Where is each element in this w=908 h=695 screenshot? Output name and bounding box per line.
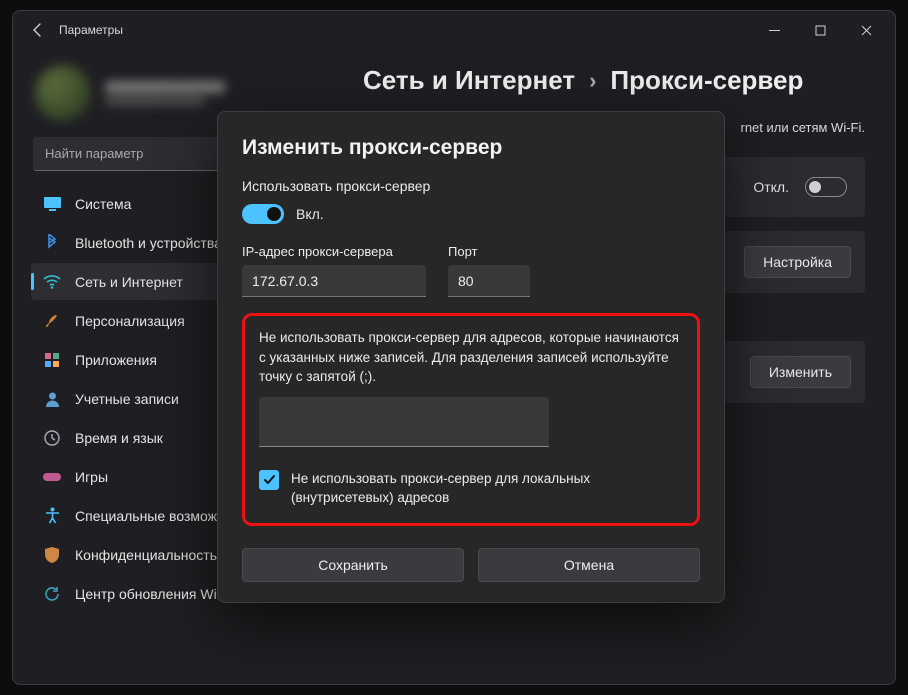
apps-icon: [43, 351, 61, 369]
close-icon: [861, 25, 872, 36]
window-title: Параметры: [59, 23, 123, 37]
exclude-description: Не использовать прокси-сервер для адресо…: [259, 328, 683, 387]
sidebar-item-label: Сеть и Интернет: [75, 274, 183, 290]
maximize-icon: [815, 25, 826, 36]
shield-icon: [43, 546, 61, 564]
use-proxy-toggle[interactable]: [242, 204, 284, 224]
breadcrumb-current: Прокси-сервер: [610, 65, 803, 96]
use-proxy-label: Использовать прокси-сервер: [242, 178, 700, 194]
window-controls: [751, 14, 889, 46]
address-row: IP-адрес прокси-сервера Порт: [242, 244, 700, 297]
chevron-right-icon: ›: [589, 68, 596, 94]
access-icon: [43, 507, 61, 525]
minimize-button[interactable]: [751, 14, 797, 46]
dialog-buttons: Сохранить Отмена: [242, 548, 700, 582]
titlebar: Параметры: [13, 11, 895, 49]
toggle-label: Откл.: [753, 179, 789, 195]
cancel-button[interactable]: Отмена: [478, 548, 700, 582]
maximize-button[interactable]: [797, 14, 843, 46]
game-icon: [43, 468, 61, 486]
auto-detect-toggle[interactable]: [805, 177, 847, 197]
bt-icon: [43, 234, 61, 252]
settings-window: Параметры Система Bluetooth и устройства С…: [12, 10, 896, 685]
ip-input[interactable]: [242, 265, 426, 297]
sidebar-item-label: Персонализация: [75, 313, 185, 329]
sidebar-item-label: Система: [75, 196, 131, 212]
setup-button[interactable]: Настройка: [744, 246, 851, 278]
local-checkbox[interactable]: [259, 470, 279, 490]
port-input[interactable]: [448, 265, 530, 297]
brush-icon: [43, 312, 61, 330]
back-button[interactable]: [21, 13, 55, 47]
display-icon: [43, 195, 61, 213]
use-proxy-toggle-row: Вкл.: [242, 204, 700, 224]
ip-label: IP-адрес прокси-сервера: [242, 244, 426, 259]
edit-button[interactable]: Изменить: [750, 356, 851, 388]
user-icon: [43, 390, 61, 408]
user-info: [105, 81, 225, 105]
local-checkbox-row[interactable]: Не использовать прокси-сервер для локаль…: [259, 470, 683, 508]
sidebar-item-label: Учетные записи: [75, 391, 179, 407]
edit-proxy-dialog: Изменить прокси-сервер Использовать прок…: [217, 111, 725, 603]
dialog-title: Изменить прокси-сервер: [242, 136, 700, 160]
sidebar-item-label: Bluetooth и устройства: [75, 235, 222, 251]
local-checkbox-label: Не использовать прокси-сервер для локаль…: [291, 470, 683, 508]
clock-icon: [43, 429, 61, 447]
update-icon: [43, 585, 61, 603]
toggle-state: Вкл.: [296, 206, 324, 222]
sidebar-item-label: Приложения: [75, 352, 157, 368]
arrow-left-icon: [30, 22, 46, 38]
exclude-input[interactable]: [259, 397, 549, 447]
breadcrumb-parent[interactable]: Сеть и Интернет: [363, 65, 575, 96]
close-button[interactable]: [843, 14, 889, 46]
avatar: [35, 65, 91, 121]
sidebar-item-label: Игры: [75, 469, 108, 485]
minimize-icon: [769, 25, 780, 36]
save-button[interactable]: Сохранить: [242, 548, 464, 582]
highlight-box: Не использовать прокси-сервер для адресо…: [242, 313, 700, 526]
sidebar-item-label: Время и язык: [75, 430, 163, 446]
breadcrumb: Сеть и Интернет › Прокси-сервер: [363, 65, 865, 96]
port-label: Порт: [448, 244, 530, 259]
check-icon: [263, 473, 276, 486]
wifi-icon: [43, 273, 61, 291]
